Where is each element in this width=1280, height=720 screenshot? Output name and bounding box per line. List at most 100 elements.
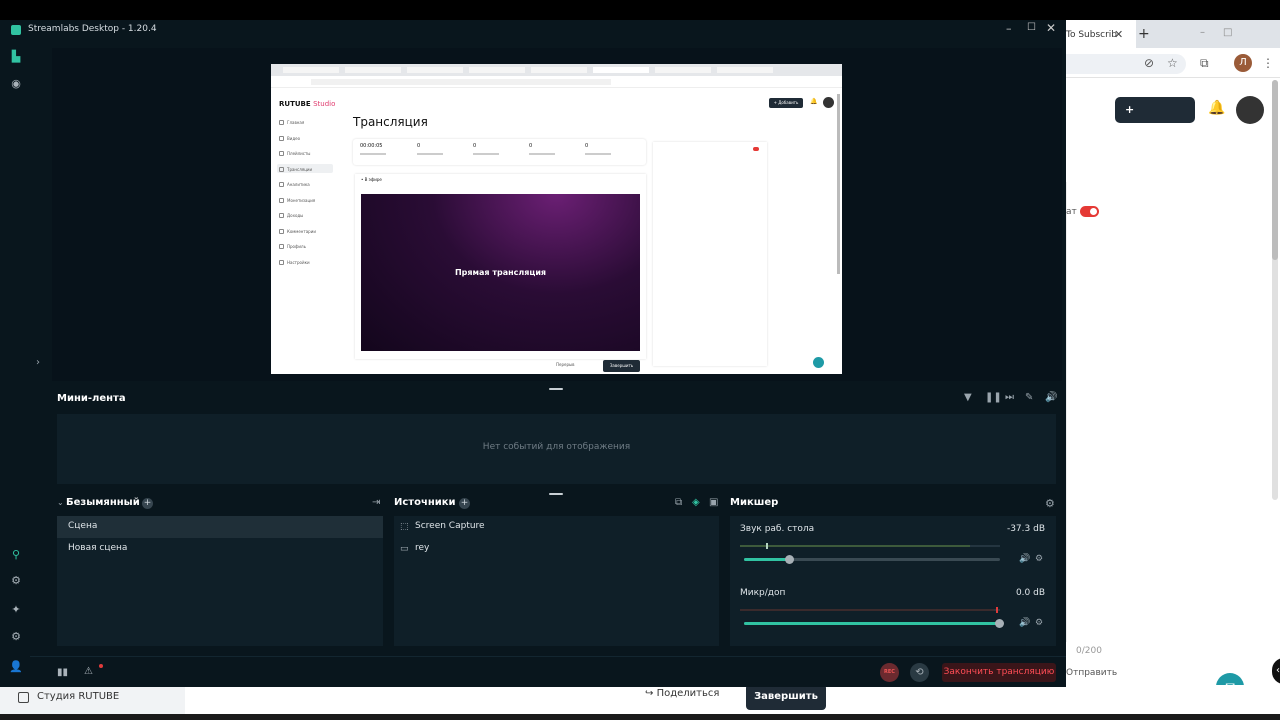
studio-mode-icon[interactable]: ◈ xyxy=(692,497,700,508)
replay-buffer-icon[interactable]: ⟲ xyxy=(910,663,929,682)
share-button[interactable]: ↪ Поделиться xyxy=(645,688,719,699)
transitions-icon[interactable]: ⇥ xyxy=(372,497,380,508)
add-button[interactable]: + Добавить xyxy=(1115,97,1195,142)
volume-slider[interactable] xyxy=(744,555,1000,564)
minifeed-panel: Нет событий для отображения xyxy=(57,414,1056,484)
settings-icon[interactable]: ⚙ xyxy=(9,630,23,643)
taskbar xyxy=(0,714,1280,720)
help-chat-icon[interactable]: ✉ xyxy=(1216,673,1244,685)
captured-menu-icon xyxy=(279,166,284,172)
captured-stat-label xyxy=(360,153,386,155)
scene-item-label: Новая сцена xyxy=(68,543,128,553)
source-item[interactable]: ⬚ Screen Capture xyxy=(394,516,719,538)
captured-menu-icon xyxy=(279,182,284,187)
captured-menu-item: Комментарии xyxy=(287,228,316,234)
sidebar-item-studio[interactable]: Студия RUTUBE xyxy=(16,691,119,702)
speaker-icon[interactable]: 🔊 xyxy=(1019,554,1030,564)
channel-settings-icon[interactable]: ⚙ xyxy=(1035,618,1043,628)
resize-handle[interactable] xyxy=(549,493,563,495)
volume-slider-knob[interactable] xyxy=(995,619,1004,628)
volume-slider-fill xyxy=(744,622,1000,625)
captured-menu-item: Настройки xyxy=(287,259,310,265)
performance-stats-icon[interactable]: ▮▮ xyxy=(57,667,68,678)
chevron-right-icon[interactable]: › xyxy=(36,357,40,368)
captured-stat-label xyxy=(473,153,499,155)
extensions-icon[interactable]: ⧉ xyxy=(1200,56,1209,71)
minimize-icon[interactable]: – xyxy=(1006,22,1012,35)
captured-bell-icon: 🔔 xyxy=(810,98,818,105)
captured-menu-item: Профиль xyxy=(287,244,306,249)
folder-icon[interactable]: ⧉ xyxy=(675,497,682,508)
add-scene-button[interactable]: + xyxy=(142,498,153,509)
scene-item[interactable]: Новая сцена xyxy=(57,538,383,560)
captured-menu-icon xyxy=(279,151,284,156)
pause-icon[interactable]: ❚❚ xyxy=(985,392,1002,403)
volume-slider-knob[interactable] xyxy=(785,555,794,564)
scrollbar-thumb[interactable] xyxy=(1272,80,1278,260)
channel-avatar[interactable] xyxy=(1236,96,1264,124)
editor-icon[interactable]: ▙ xyxy=(9,50,23,63)
profile-avatar[interactable]: Л xyxy=(1234,54,1252,72)
streamlabs-logo-icon xyxy=(11,25,21,35)
browser-tab[interactable]: To Subscrib xyxy=(1066,20,1136,48)
minifeed-title: Мини-лента xyxy=(57,393,126,404)
chat-toggle[interactable] xyxy=(1080,206,1099,217)
channel-settings-icon[interactable]: ⚙ xyxy=(1035,554,1043,564)
captured-menu-item: Монетизация xyxy=(287,197,316,203)
captured-menu-icon xyxy=(279,213,284,218)
record-button[interactable]: REC xyxy=(880,663,899,682)
end-stream-button[interactable]: Закончить трансляцию xyxy=(942,663,1056,682)
profile-icon[interactable]: 👤 xyxy=(9,660,23,673)
browser-menu-icon[interactable]: ⋮ xyxy=(1262,56,1274,70)
volume-meter xyxy=(740,607,1000,613)
themes-icon[interactable]: ◉ xyxy=(9,77,23,90)
source-settings-icon[interactable]: ▣ xyxy=(709,497,718,508)
captured-stat-label xyxy=(585,153,611,155)
title-bar: Streamlabs Desktop - 1.20.4 – ☐ ✕ xyxy=(0,20,1066,40)
speaker-icon[interactable]: 🔊 xyxy=(1019,618,1030,628)
volume-slider[interactable] xyxy=(744,619,1004,628)
add-button-label: Добавить xyxy=(1125,129,1186,142)
new-tab-icon[interactable]: + xyxy=(1138,26,1150,42)
streamlabs-window: Streamlabs Desktop - 1.20.4 – ☐ ✕ ▙ ◉ ⚲ … xyxy=(0,20,1066,687)
scene-collection-title[interactable]: Безымянный xyxy=(66,497,140,508)
highlighter-icon[interactable]: ✦ xyxy=(9,603,23,616)
finish-button[interactable]: Завершить xyxy=(746,684,826,710)
eye-off-icon[interactable]: ⊘ xyxy=(1144,56,1154,70)
maximize-icon[interactable]: ☐ xyxy=(1027,22,1036,33)
volume-icon[interactable]: 🔊 xyxy=(1045,392,1057,403)
notification-dot xyxy=(99,664,103,668)
apps-icon[interactable]: ⚙ xyxy=(9,574,23,587)
side-panel-toggle-icon[interactable]: ‹ xyxy=(1272,658,1280,684)
alert-icon[interactable]: ⚠ xyxy=(84,666,93,677)
bell-icon[interactable]: 🔔 xyxy=(1208,100,1225,116)
captured-stat-duration: 00:00:05 xyxy=(360,143,383,149)
captured-url-bar xyxy=(271,76,842,88)
captured-menu-item: Трансляции xyxy=(287,166,313,172)
star-icon[interactable]: ☆ xyxy=(1167,56,1178,70)
filter-icon[interactable]: ▼ xyxy=(964,392,972,403)
browser-tab-bar: To Subscrib ✕ + –□ xyxy=(1066,20,1280,48)
close-icon[interactable]: ✕ xyxy=(1046,21,1056,35)
browser-tab-label: To Subscrib xyxy=(1066,30,1118,40)
mute-alerts-icon[interactable]: ✎ xyxy=(1025,392,1033,403)
captured-menu-icon xyxy=(279,197,284,203)
scene-item[interactable]: Сцена xyxy=(57,516,383,538)
captured-stats: 00:00:05 0 0 0 0 xyxy=(353,139,646,165)
gear-icon[interactable]: ⚙ xyxy=(1045,497,1055,510)
add-source-button[interactable]: + xyxy=(459,498,470,509)
skip-icon[interactable]: ⏭ xyxy=(1005,392,1014,403)
resize-handle[interactable] xyxy=(549,388,563,390)
send-button[interactable]: Отправить xyxy=(1066,668,1117,678)
source-item[interactable]: ▭ rey xyxy=(394,538,719,560)
top-strip xyxy=(0,0,1280,20)
share-button-label: Поделиться xyxy=(656,688,720,699)
chevron-down-icon[interactable]: ⌄ xyxy=(57,498,64,507)
widgets-icon[interactable]: ⚲ xyxy=(9,548,23,561)
captured-tab xyxy=(469,67,525,73)
captured-menu-icon xyxy=(279,259,284,265)
mixer-title: Микшер xyxy=(730,497,779,508)
captured-tab xyxy=(345,67,401,73)
tab-close-icon[interactable]: ✕ xyxy=(1114,28,1123,41)
monitor-icon: ▭ xyxy=(400,544,409,554)
